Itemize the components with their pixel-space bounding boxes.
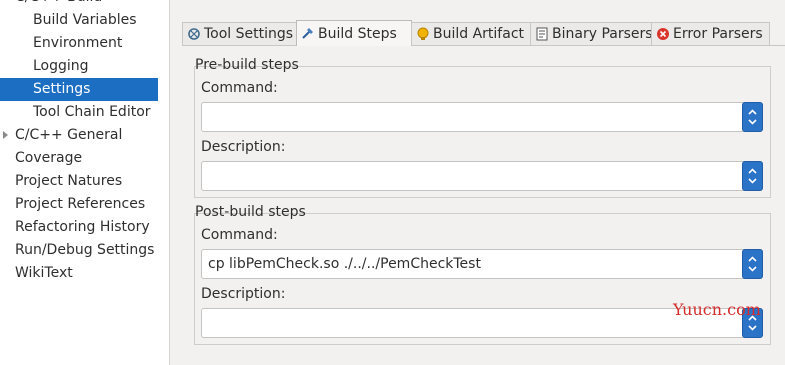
tab-bar: Tool Settings Build Steps Build Artifact… [182,20,785,46]
description-label: Description: [201,286,286,302]
tree-item-refactoring-history[interactable]: Refactoring History [0,216,158,239]
command-label: Command: [201,227,278,243]
command-label: Command: [201,80,278,96]
settings-panel: Tool Settings Build Steps Build Artifact… [170,0,785,365]
combo-dropdown-button[interactable] [742,102,763,132]
tree-item-label: Run/Debug Settings [15,242,155,258]
up-down-chevron-icon [748,256,757,272]
post-build-command-combo[interactable]: cp libPemCheck.so ./../../PemCheckTest [201,249,763,279]
tab-tool-settings[interactable]: Tool Settings [182,22,297,45]
tree-item-label: WikiText [15,265,73,281]
up-down-chevron-icon [748,168,757,184]
tree-item-label: Build Variables [33,12,137,28]
build-artifact-icon [417,27,429,40]
tree-item-tool-chain-editor[interactable]: Tool Chain Editor [0,101,158,124]
property-tree: C/C++ Build Build Variables Environment … [0,0,170,365]
combo-dropdown-button[interactable] [742,161,763,191]
tree-item-cc-general[interactable]: C/C++ General [0,124,158,147]
tree-item-label: Refactoring History [15,219,150,235]
tree-item-environment[interactable]: Environment [0,32,158,55]
binary-parsers-icon [536,27,548,41]
tab-build-artifact[interactable]: Build Artifact [411,22,531,45]
tab-label: Error Parsers [673,26,763,42]
tree-item-project-natures[interactable]: Project Natures [0,170,158,193]
pre-build-command-combo[interactable] [201,102,763,132]
tree-item-build-variables[interactable]: Build Variables [0,9,158,32]
pre-build-description-combo[interactable] [201,161,763,191]
tree-item-coverage[interactable]: Coverage [0,147,158,170]
tree-item-label: Tool Chain Editor [33,104,151,120]
tree-item-label: Environment [33,35,123,51]
combo-dropdown-button[interactable] [742,249,763,279]
tree-item-label: Coverage [15,150,83,166]
tree-item-label: Logging [33,58,89,74]
tab-label: Build Artifact [433,26,524,42]
tab-label: Tool Settings [204,26,294,42]
build-steps-icon [302,28,313,39]
error-parsers-icon [657,28,669,40]
tree-item-label: C/C++ General [15,127,123,143]
combo-value: cp libPemCheck.so ./../../PemCheckTest [208,256,481,272]
tab-build-steps[interactable]: Build Steps [296,20,412,46]
post-build-group: Post-build steps Command: cp libPemCheck… [194,204,771,345]
up-down-chevron-icon [748,109,757,125]
group-title: Post-build steps [195,204,306,220]
tab-label: Binary Parsers [552,26,653,42]
watermark-text: Yuucn.com [673,300,761,319]
description-label: Description: [201,139,286,155]
tree-item-logging[interactable]: Logging [0,55,158,78]
tab-binary-parsers[interactable]: Binary Parsers [530,22,653,45]
group-title: Pre-build steps [195,57,299,73]
tree-item-settings[interactable]: Settings [0,78,158,101]
pre-build-group: Pre-build steps Command: Description: [194,57,771,198]
tree-item-wikitext[interactable]: WikiText [0,262,158,285]
tab-label: Build Steps [318,26,397,42]
tree-item-label: Settings [33,81,91,97]
tree-item-run-debug-settings[interactable]: Run/Debug Settings [0,239,158,262]
tree-item-label: Project Natures [15,173,123,189]
tab-error-parsers[interactable]: Error Parsers [651,22,770,45]
tool-settings-icon [188,28,200,40]
tree-item-label: Project References [15,196,146,212]
tree-item-cc-build[interactable]: C/C++ Build [15,0,102,9]
tree-item-project-references[interactable]: Project References [0,193,158,216]
expand-arrow-icon[interactable] [3,131,8,139]
